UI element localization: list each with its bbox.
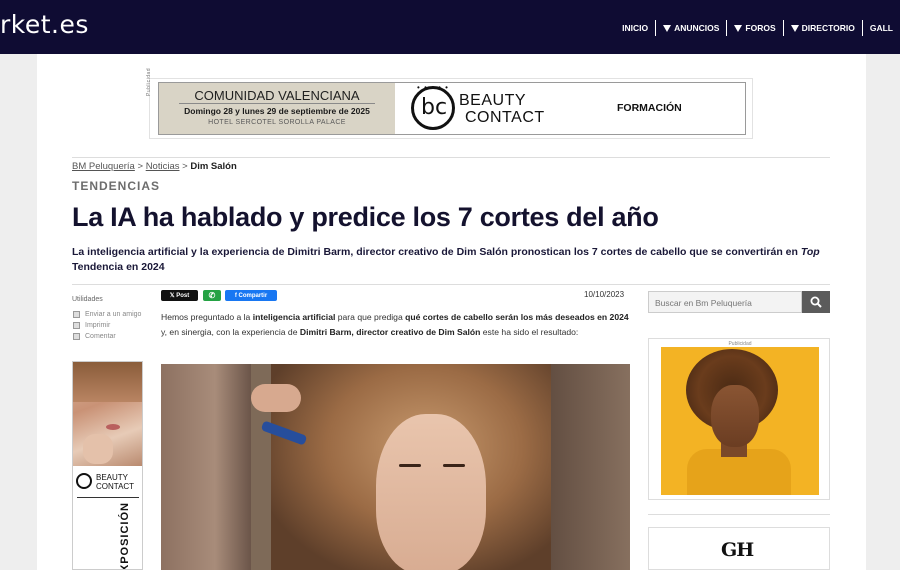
util-print[interactable]: Imprimir [73, 322, 110, 329]
util-label: Imprimir [85, 322, 111, 329]
subtitle-part2: Tendencia en 2024 [72, 261, 165, 273]
search-input[interactable]: Buscar en Bm Peluquería [648, 291, 802, 313]
facebook-share-button[interactable]: f Compartir [225, 290, 277, 301]
ad-brand-line1: BEAUTY [459, 92, 527, 109]
top-ad-publicidad-label: Publicidad [146, 67, 152, 96]
beauty-contact-logo-icon [76, 473, 92, 489]
breadcrumb: BM Peluquería > Noticias > Dim Salón [72, 161, 237, 172]
site-logo[interactable]: rket.es [0, 10, 89, 39]
chevron-down-icon [734, 24, 743, 32]
breadcrumb-current: Dim Salón [190, 161, 237, 172]
ad-model-photo [661, 347, 819, 495]
divider [72, 284, 830, 285]
chevron-down-icon [663, 24, 672, 32]
util-send-friend[interactable]: Enviar a un amigo [73, 311, 141, 318]
right-sidebar-ad[interactable]: Publicidad [648, 338, 830, 500]
util-label: Comentar [85, 333, 116, 340]
right-sidebar-ad-2[interactable]: GH [648, 527, 830, 570]
search-button[interactable] [802, 291, 830, 313]
ad-event-title: COMUNIDAD VALENCIANA [194, 88, 360, 103]
ad-event-panel: COMUNIDAD VALENCIANA Domingo 28 y lunes … [159, 83, 395, 134]
article-title: La IA ha hablado y predice los 7 cortes … [72, 202, 659, 232]
breadcrumb-separator: > [182, 161, 188, 172]
nav-item-label: INICIO [622, 23, 649, 33]
utilities-title: Utilidades [72, 296, 103, 303]
left-ad-brand-line1: BEAUTY [96, 473, 129, 482]
nav-item-4[interactable]: GALL [863, 23, 900, 33]
util-label: Enviar a un amigo [85, 311, 142, 318]
ad-event-venue: HOTEL SERCOTEL SOROLLA PALACE [208, 119, 346, 126]
breadcrumb-separator: > [137, 161, 144, 172]
beauty-contact-logo-icon: bc [411, 86, 455, 130]
comment-icon [73, 333, 80, 340]
article-body-segment: Hemos preguntado a la [161, 312, 253, 322]
left-ad-brand-line2: CONTACT [96, 482, 135, 491]
nav-item-label: ANUNCIOS [674, 23, 720, 33]
article-body-segment: para que prediga [335, 312, 406, 322]
subtitle-part1: La inteligencia artificial y la experien… [72, 246, 801, 258]
article-hero-image [161, 364, 630, 570]
nav-item-label: DIRECTORIO [801, 23, 855, 33]
site-header: rket.es INICIO ANUNCIOS FOROS DIRECTORIO GAL… [0, 0, 900, 54]
article-body: Hemos preguntado a la inteligencia artif… [161, 310, 631, 339]
ad-brand-line2: CONTACT [465, 109, 545, 126]
x-post-button[interactable]: 𝕏 Post [161, 290, 198, 301]
search-icon [810, 296, 822, 308]
util-comment[interactable]: Comentar [73, 333, 116, 340]
ad-cta: FORMACIÓN [617, 102, 682, 114]
printer-icon [73, 322, 80, 329]
subtitle-italic: Top [800, 246, 820, 258]
chevron-down-icon [790, 24, 799, 32]
left-ad-vertical-text: EXPOSICIÓN [119, 502, 131, 570]
nav-item-2[interactable]: FOROS [727, 23, 782, 33]
article-kicker[interactable]: TENDENCIAS [72, 179, 160, 193]
divider [72, 157, 830, 158]
whatsapp-share-button[interactable]: ✆ [203, 290, 221, 301]
ad-divider [179, 103, 375, 104]
breadcrumb-section-link[interactable]: Noticias [146, 161, 180, 172]
article-body-segment: y, en sinergia, con la experiencia de [161, 326, 300, 337]
beauty-contact-logo-mark: bc [421, 95, 448, 120]
article-subtitle: La inteligencia artificial y la experien… [72, 245, 832, 275]
article-body-segment: este ha sido el resultado: [480, 326, 579, 337]
nav-item-1[interactable]: ANUNCIOS [656, 23, 726, 33]
left-ad-divider [77, 497, 139, 498]
ad-event-dates: Domingo 28 y lunes 29 de septiembre de 2… [184, 106, 370, 116]
divider [648, 514, 830, 515]
breadcrumb-home-link[interactable]: BM Peluquería [72, 161, 135, 172]
main-nav: INICIO ANUNCIOS FOROS DIRECTORIO GALL [615, 19, 900, 37]
top-banner-ad[interactable]: COMUNIDAD VALENCIANA Domingo 28 y lunes … [158, 82, 746, 135]
nav-item-3[interactable]: DIRECTORIO [784, 23, 862, 33]
envelope-icon [73, 311, 80, 318]
ad-model-photo [73, 362, 142, 466]
article-date: 10/10/2023 [584, 290, 625, 299]
article-body-segment: inteligencia artificial [252, 312, 336, 322]
article-body-segment: Dimitri Barm, director creativo de Dim S… [299, 326, 481, 337]
nav-item-0[interactable]: INICIO [615, 23, 655, 33]
gh-logo: GH [721, 539, 754, 561]
left-sidebar-ad[interactable]: BEAUTY CONTACT EXPOSICIÓN [72, 361, 143, 570]
nav-item-label: GALL [869, 23, 893, 33]
nav-item-label: FOROS [745, 23, 776, 33]
article-body-segment: qué cortes de cabello serán los más dese… [405, 312, 629, 322]
